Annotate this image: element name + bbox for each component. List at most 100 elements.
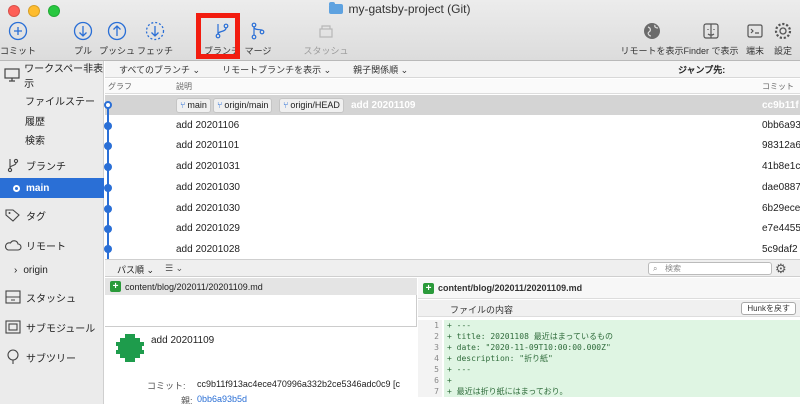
plus-circle-icon <box>8 21 28 41</box>
diff-file-path: content/blog/202011/20201109.md <box>438 283 583 293</box>
path-order-dropdown[interactable]: パス順 ⌄ <box>117 263 154 276</box>
graph-node <box>104 205 112 213</box>
subtrees-label: サブツリー <box>26 353 76 365</box>
stashes-label: スタッシュ <box>26 293 76 305</box>
show-remote-branches-dropdown[interactable]: リモートブランチを表示 ⌄ <box>222 63 331 76</box>
sidebar-section-tags[interactable]: タグ <box>0 204 104 226</box>
origin-label: origin <box>23 265 48 276</box>
highlight-box <box>196 13 240 59</box>
commit-row[interactable]: ⑂ main ⑂ origin/main ⑂ origin/HEAD add 2020… <box>105 95 800 115</box>
subtree-icon <box>7 349 19 364</box>
diff-line: 4 + description: "折り紙" <box>418 353 800 364</box>
show-remote-label: リモートを表示 <box>620 46 684 56</box>
tags-label: タグ <box>26 211 46 223</box>
gear-icon[interactable]: ⚙ <box>775 261 787 277</box>
sidebar-item-file-status[interactable]: ファイルステー <box>25 93 95 108</box>
diff-file-header: + content/blog/202011/20201109.md <box>418 278 800 299</box>
added-file-icon: + <box>110 281 121 292</box>
merge-label: マージ <box>244 46 272 56</box>
window-toolbar: my-gatsby-project (Git) コミット プル プッシュ フェッ… <box>0 0 800 61</box>
sidebar-section-stashes[interactable]: スタッシュ <box>0 286 104 308</box>
commit-row[interactable]: add 20201106 0bb6a93 <box>105 115 800 135</box>
avatar <box>116 334 144 362</box>
all-branches-dropdown[interactable]: すべてのブランチ ⌄ <box>119 63 200 76</box>
search-icon: ⌕ <box>653 264 658 273</box>
graph-node <box>104 142 112 150</box>
commit-list: ⑂ main ⑂ origin/main ⑂ origin/HEAD add 2020… <box>105 95 800 259</box>
commit-hash: dae0887 <box>762 181 800 193</box>
diff-line: 5 + --- <box>418 364 800 375</box>
parent-commit-link[interactable]: 0bb6a93b5d <box>197 394 247 404</box>
fetch-button[interactable]: フェッチ <box>129 21 181 57</box>
commit-hash: 6b29ece <box>762 202 800 214</box>
window-title-text: my-gatsby-project (Git) <box>348 2 471 16</box>
added-file-icon: + <box>423 282 434 294</box>
sidebar-item-main[interactable]: main <box>0 178 104 198</box>
commit-row[interactable]: add 20201028 5c9daf2 <box>105 239 800 259</box>
commit-row[interactable]: add 20201030 dae0887 <box>105 177 800 197</box>
current-branch-icon <box>13 184 20 192</box>
history-filter-bar: すべてのブランチ ⌄ リモートブランチを表示 ⌄ 親子関係順 ⌄ ジャンプ先: <box>105 61 800 78</box>
hide-workspace-button[interactable]: ワークスペー非表示 <box>0 64 104 90</box>
commit-detail-hash: cc9b11f913ac4ece470996a332b2ce5346adc0c9… <box>197 379 401 389</box>
list-view-dropdown[interactable]: ☰ ⌄ <box>165 263 183 274</box>
commit-detail-message: add 20201109 <box>151 335 215 346</box>
diff-line: 2 + title: 20201108 最近はまっているもの <box>418 331 800 342</box>
commit-details: add 20201109 コミット: cc9b11f913ac4ece47099… <box>105 326 417 404</box>
commit-label: コミット <box>0 46 36 56</box>
search-input[interactable]: ⌕ 検索 <box>648 262 772 275</box>
monitor-icon <box>4 68 20 82</box>
sidebar-item-history[interactable]: 履歴 <box>25 113 45 128</box>
submodules-label: サブモジュール <box>26 323 96 335</box>
search-placeholder: 検索 <box>665 264 681 273</box>
stash-icon <box>5 290 21 304</box>
branch-icon: ⑂ <box>180 100 186 110</box>
settings-label: 設定 <box>773 46 792 56</box>
commit-message: add 20201030 <box>176 202 240 214</box>
file-path: content/blog/202011/20201109.md <box>125 281 263 292</box>
commit-row[interactable]: add 20201029 e7e4455 <box>105 218 800 238</box>
column-graph[interactable]: グラフ <box>108 81 132 92</box>
branch-icon: ⑂ <box>217 100 223 110</box>
globe-icon <box>644 23 660 39</box>
commit-hash: 41b8e1c <box>762 160 800 172</box>
graph-node <box>104 122 112 130</box>
column-commit[interactable]: コミット <box>762 81 794 92</box>
commit-message: add 20201029 <box>176 222 240 234</box>
diff-line: 7 + 最近は折り紙にはまっており。 <box>418 386 800 397</box>
hide-workspace-label: ワークスペー非表示 <box>24 64 104 90</box>
sidebar-section-remotes[interactable]: リモート <box>0 234 104 256</box>
column-description[interactable]: 説明 <box>176 81 192 92</box>
commit-row[interactable]: add 20201031 41b8e1c <box>105 156 800 176</box>
fetch-label: フェッチ <box>136 46 173 56</box>
commit-hash: 98312a6 <box>762 139 800 151</box>
sidebar-section-submodules[interactable]: サブモジュール <box>0 316 104 338</box>
sidebar-item-origin[interactable]: › origin <box>14 265 48 276</box>
settings-button[interactable]: 設定 <box>759 21 800 57</box>
merge-icon <box>251 22 265 40</box>
revert-hunk-button[interactable]: Hunkを戻す <box>741 302 796 315</box>
stash-button[interactable]: スタッシュ <box>300 21 352 57</box>
details-toolbar: パス順 ⌄ ☰ ⌄ ⌕ 検索 ⚙ <box>105 259 800 277</box>
graph-node <box>104 225 112 233</box>
commit-message: add 20201106 <box>176 119 240 131</box>
commit-button[interactable]: コミット <box>0 21 44 57</box>
folder-icon <box>329 2 344 14</box>
jump-to-label: ジャンプ先: <box>678 64 726 75</box>
commit-message: add 20201109 <box>351 99 416 111</box>
commit-row[interactable]: add 20201101 98312a6 <box>105 135 800 155</box>
parent-label: 親: <box>181 396 193 404</box>
sidebar-item-search[interactable]: 検索 <box>25 132 45 147</box>
diff-line: 3 + date: "2020-11-09T10:00:00.000Z" <box>418 342 800 353</box>
show-remote-button[interactable]: リモートを表示 <box>621 21 684 57</box>
commit-row[interactable]: add 20201030 6b29ece <box>105 198 800 218</box>
parent-order-dropdown[interactable]: 親子関係順 ⌄ <box>353 63 408 76</box>
branch-badge: ⑂ origin/HEAD <box>279 98 344 113</box>
submodule-icon <box>5 320 21 334</box>
commit-list-header: グラフ 説明 コミット <box>105 79 800 94</box>
gear-icon <box>774 22 792 40</box>
finder-icon <box>703 23 719 39</box>
sidebar-section-branches[interactable]: ブランチ <box>0 154 104 176</box>
sidebar-section-subtrees[interactable]: サブツリー <box>0 346 104 368</box>
file-list-item[interactable]: + content/blog/202011/20201109.md <box>105 278 417 295</box>
